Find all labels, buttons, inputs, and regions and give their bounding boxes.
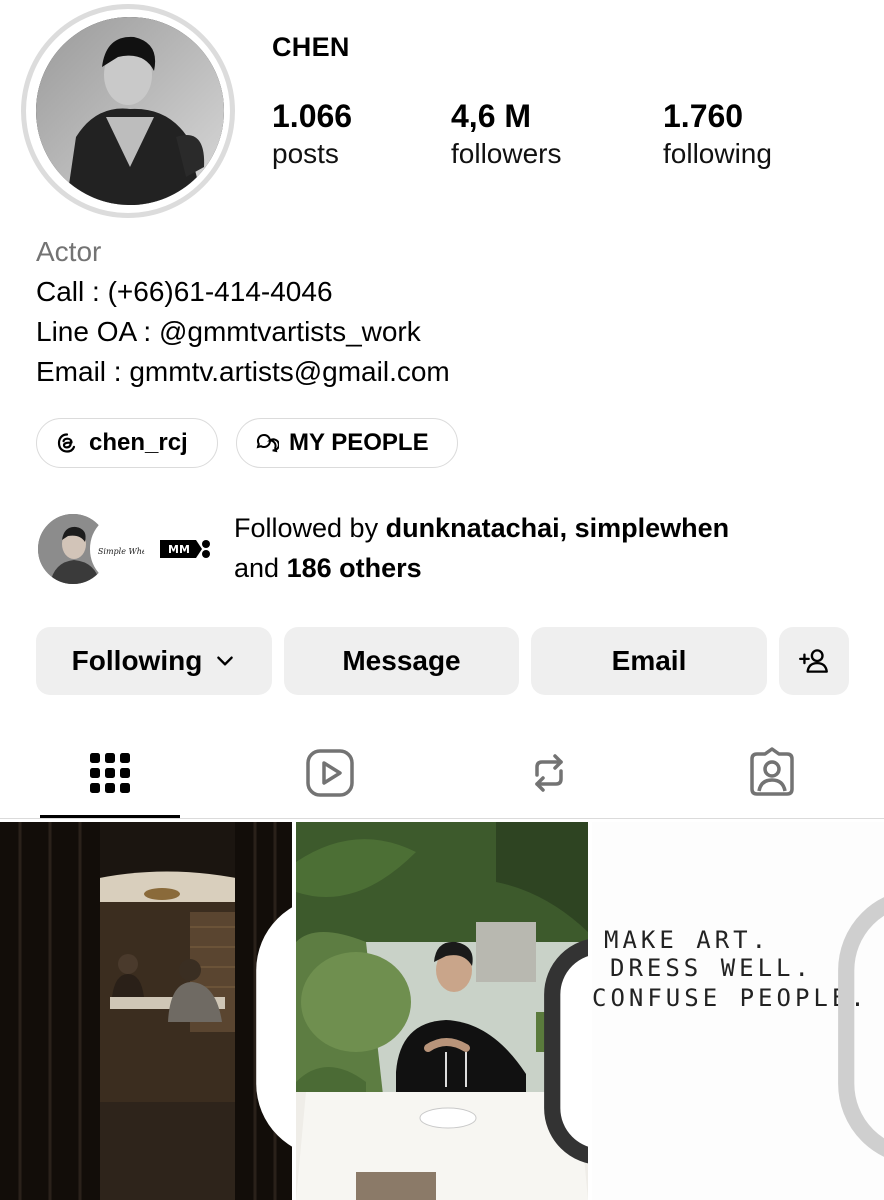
threads-icon xyxy=(57,433,76,453)
handwritten-line-1: MAKE ART. xyxy=(604,926,770,954)
stat-posts-label: posts xyxy=(272,138,339,169)
mutual-avatar-3: MM xyxy=(144,512,218,586)
mutual-names: dunknatachai, simplewhen xyxy=(385,513,730,543)
tab-tagged[interactable] xyxy=(742,745,802,801)
reel-icon xyxy=(838,897,884,1157)
bio: Actor Call : (+66)61-414-4046 Line OA : … xyxy=(36,232,450,392)
bio-category: Actor xyxy=(36,236,102,267)
my-people-chip[interactable]: MY PEOPLE xyxy=(236,418,458,468)
post-tile-2[interactable] xyxy=(296,822,588,1200)
message-button[interactable]: Message xyxy=(284,627,519,695)
mutual-avatars[interactable]: Simple When? MM xyxy=(36,512,218,586)
message-button-label: Message xyxy=(342,645,461,676)
email-button[interactable]: Email xyxy=(531,627,767,695)
my-people-label: MY PEOPLE xyxy=(289,429,429,456)
grid-icon xyxy=(90,753,130,793)
tagged-icon xyxy=(750,747,794,796)
mutual-prefix: Followed by xyxy=(234,513,386,543)
reels-icon xyxy=(306,749,354,797)
mutual-avatar-3-text: MM xyxy=(168,543,190,556)
email-button-label: Email xyxy=(611,645,687,676)
tab-divider xyxy=(0,818,884,819)
handwritten-line-3: CONFUSE PEOPLE. xyxy=(592,984,869,1012)
bio-line-line-oa: Line OA : @gmmtvartists_work xyxy=(36,316,421,347)
chat-bubbles-icon xyxy=(256,433,279,453)
post-tile-1[interactable] xyxy=(0,822,292,1200)
suggest-people-button[interactable] xyxy=(779,627,849,695)
stat-posts-value: 1.066 xyxy=(272,98,353,134)
carousel-icon xyxy=(544,939,588,1164)
reel-icon xyxy=(256,907,292,1147)
add-person-icon xyxy=(799,649,828,673)
mutual-and: and xyxy=(234,553,287,583)
tab-reposts[interactable] xyxy=(519,745,579,801)
handwritten-line-2: DRESS WELL. xyxy=(610,954,813,982)
stat-followers-value: 4,6 M xyxy=(451,98,532,134)
repost-icon xyxy=(535,754,563,792)
profile-username: CHEN xyxy=(272,32,350,62)
stat-posts[interactable]: 1.066 posts xyxy=(272,98,352,174)
stat-followers-label: followers xyxy=(451,138,562,169)
threads-link-chip[interactable]: chen_rcj xyxy=(36,418,218,468)
bio-line-email: Email : gmmtv.artists@gmail.com xyxy=(36,356,450,387)
stat-following-value: 1.760 xyxy=(663,98,744,134)
chevron-down-icon xyxy=(217,656,234,666)
avatar[interactable] xyxy=(36,17,224,205)
mutual-others-count: 186 others xyxy=(286,553,422,583)
threads-username: chen_rcj xyxy=(89,429,188,456)
post-tile-3[interactable]: MAKE ART. DRESS WELL. CONFUSE PEOPLE. xyxy=(592,822,884,1200)
following-button[interactable]: Following xyxy=(36,627,272,695)
tab-reels[interactable] xyxy=(300,745,360,801)
stat-following[interactable]: 1.760 following xyxy=(663,98,772,174)
bio-line-call: Call : (+66)61-414-4046 xyxy=(36,276,333,307)
stat-followers[interactable]: 4,6 M followers xyxy=(451,98,561,174)
stat-following-label: following xyxy=(663,138,772,169)
tab-grid[interactable] xyxy=(80,745,140,801)
mutual-followers-text[interactable]: Followed by dunknatachai, simplewhen and… xyxy=(234,508,729,588)
following-button-label: Following xyxy=(71,645,203,676)
